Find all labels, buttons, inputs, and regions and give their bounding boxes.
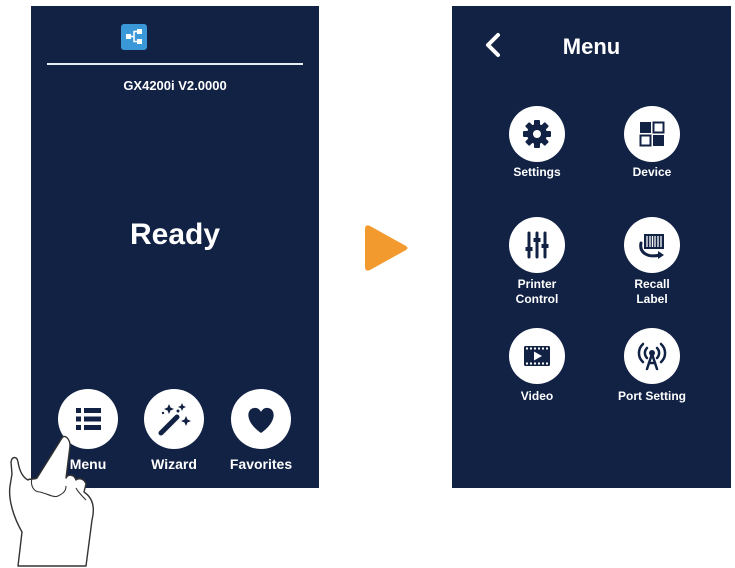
header-divider (47, 63, 303, 65)
settings-label: Settings (513, 165, 561, 179)
gear-icon (523, 120, 551, 148)
pointing-hand-icon (8, 435, 94, 567)
settings-button[interactable] (509, 106, 565, 162)
recall-label-icon (639, 234, 664, 259)
printer-control-button[interactable] (509, 217, 565, 273)
device-label: Device (632, 165, 672, 179)
wizard-button[interactable] (144, 389, 204, 449)
heart-icon (248, 407, 274, 433)
printer-status: Ready (129, 218, 221, 251)
network-status-icon (121, 24, 147, 50)
recall-label-button[interactable] (624, 217, 680, 273)
firmware-version: GX4200i V2.0000 (123, 78, 227, 93)
recall-label-label: Recall Label (634, 277, 670, 306)
magic-wand-icon (158, 403, 191, 436)
wizard-button-label: Wizard (151, 456, 197, 472)
favorites-button[interactable] (231, 389, 291, 449)
printer-control-label: Printer Control (515, 277, 559, 306)
device-grid-icon (639, 121, 665, 147)
antenna-icon (637, 342, 667, 371)
transition-arrow-icon (365, 225, 408, 271)
device-button[interactable] (624, 106, 680, 162)
video-button[interactable] (509, 328, 565, 384)
video-label: Video (520, 389, 554, 403)
port-setting-label: Port Setting (618, 389, 686, 403)
video-icon (524, 346, 550, 366)
sliders-icon (525, 231, 549, 259)
menu-screen: Menu Settings Device Printer Control Rec… (452, 6, 731, 488)
port-setting-button[interactable] (624, 328, 680, 384)
favorites-button-label: Favorites (229, 456, 293, 472)
menu-title: Menu (562, 34, 621, 59)
